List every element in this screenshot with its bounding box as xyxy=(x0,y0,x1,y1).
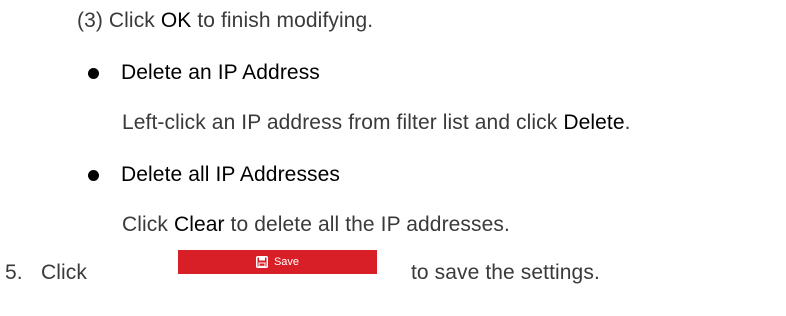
step3-ok-label: OK xyxy=(160,9,192,32)
save-button-label: Save xyxy=(273,256,300,268)
bullet-delete-all xyxy=(88,170,99,181)
delete-all-suffix: to delete all the IP addresses. xyxy=(224,213,510,236)
delete-all-clear-label: Clear xyxy=(173,213,225,236)
bullet-delete-ip xyxy=(88,68,99,79)
step3-prefix: (3) Click xyxy=(77,9,161,32)
delete-ip-text: Left-click an IP address from filter lis… xyxy=(122,109,631,137)
delete-ip-suffix: . xyxy=(624,111,631,134)
step3-text: (3) Click OK to finish modifying. xyxy=(77,7,373,35)
delete-all-prefix: Click xyxy=(122,213,174,236)
delete-all-text: Click Clear to delete all the IP address… xyxy=(122,211,510,239)
delete-ip-prefix: Left-click an IP address from filter lis… xyxy=(122,111,564,134)
step5-click: Click xyxy=(41,261,87,284)
step3-suffix: to finish modifying. xyxy=(191,9,374,32)
save-button[interactable]: Save xyxy=(178,250,377,274)
delete-ip-heading: Delete an IP Address xyxy=(121,61,320,84)
save-icon xyxy=(255,256,268,268)
step5-number: 5. xyxy=(5,261,23,284)
delete-all-heading: Delete all IP Addresses xyxy=(121,163,341,186)
delete-ip-delete-label: Delete xyxy=(563,111,625,134)
step5-suffix: to save the settings. xyxy=(411,261,600,284)
